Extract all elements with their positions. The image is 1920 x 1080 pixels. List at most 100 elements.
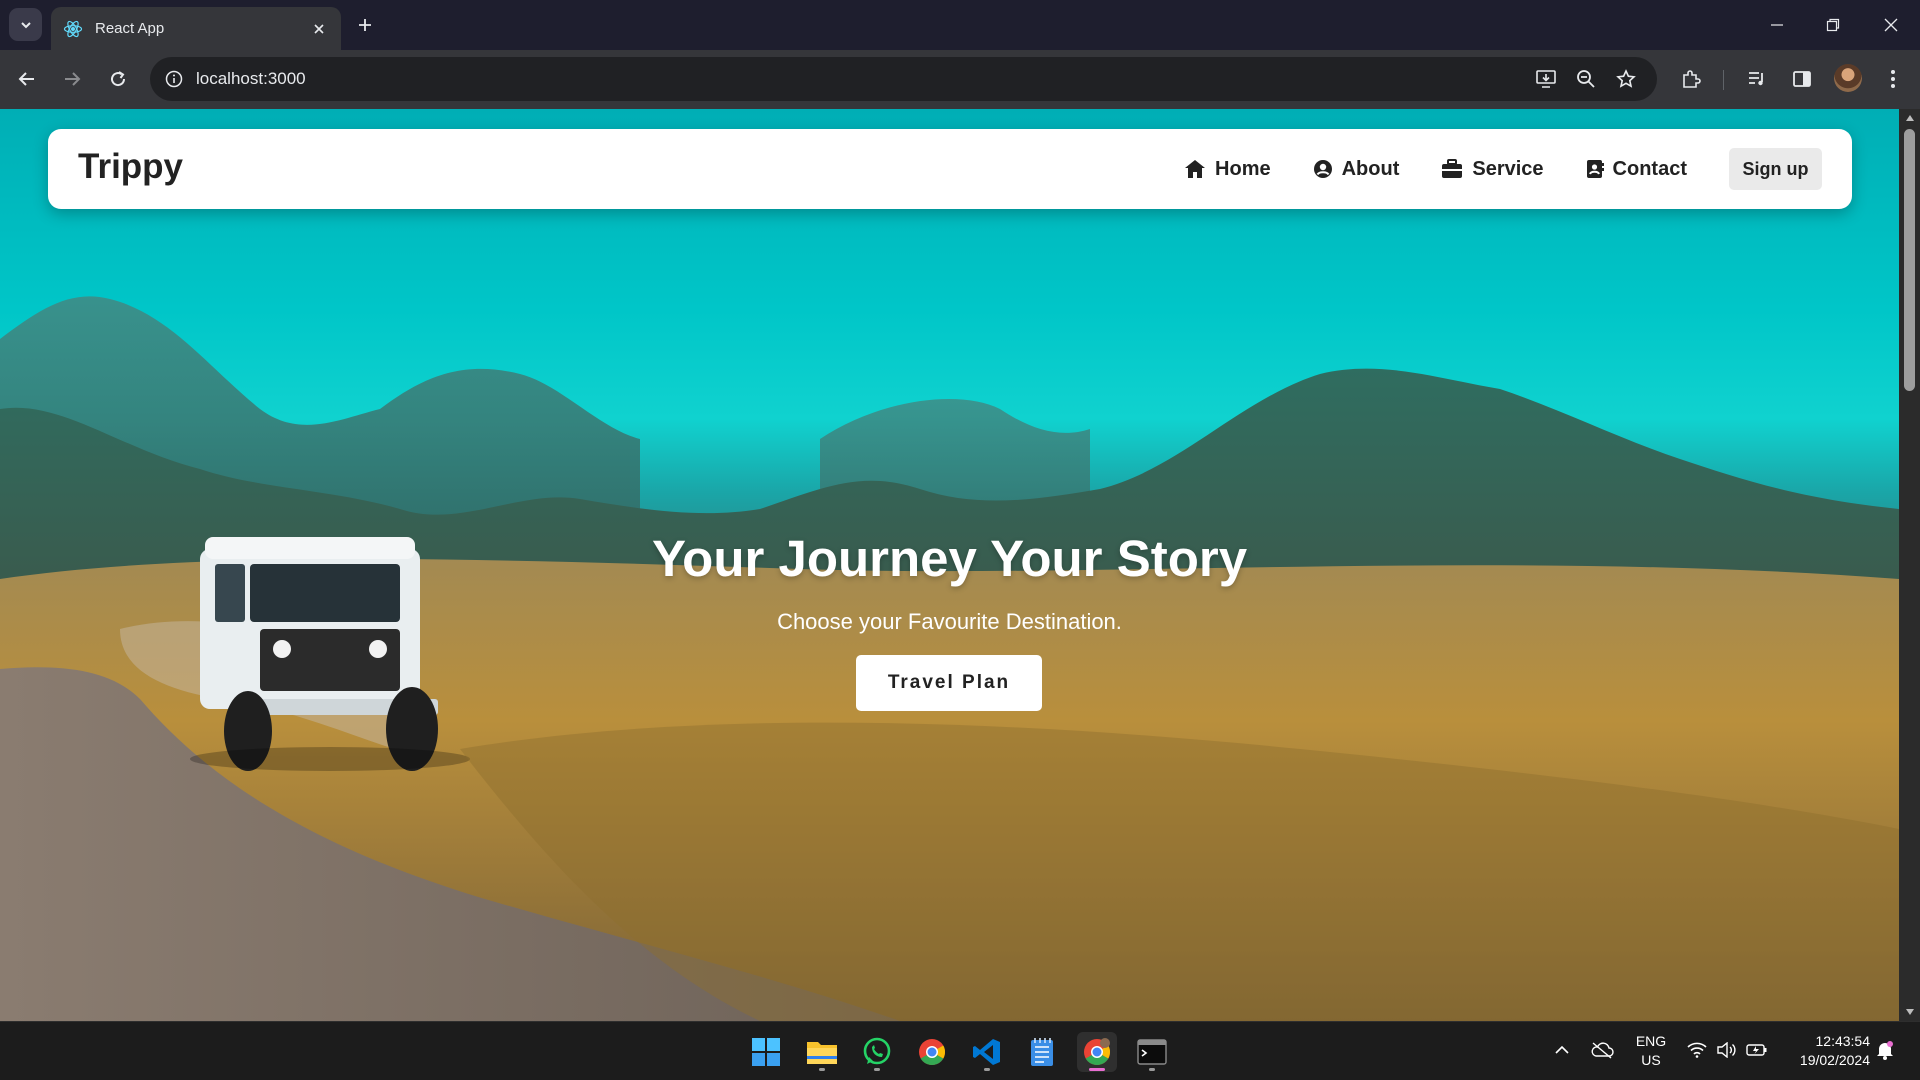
zoom-button[interactable] [1573, 66, 1599, 92]
close-icon [1884, 18, 1898, 32]
language-indicator[interactable]: ENG US [1626, 1032, 1676, 1070]
chevron-up-icon [1555, 1045, 1569, 1054]
toolbar-separator [1723, 70, 1724, 90]
reload-button[interactable] [103, 64, 133, 94]
browser-toolbar: localhost:3000 [0, 50, 1920, 109]
language-label: ENG [1635, 1033, 1667, 1049]
bell-icon [1877, 1041, 1893, 1060]
battery-charging-icon [1746, 1044, 1767, 1056]
brand-logo[interactable]: Trippy [78, 147, 183, 187]
address-book-icon [1586, 160, 1604, 178]
speaker-icon [1717, 1042, 1736, 1058]
back-button[interactable] [12, 64, 42, 94]
profile-avatar[interactable] [1834, 64, 1862, 92]
restore-button[interactable] [1818, 10, 1848, 40]
star-icon [1616, 69, 1636, 88]
page-viewport: Trippy Home About Service Contact Sign u… [0, 109, 1899, 1021]
nav-links: Home About Service Contact Sign up [1184, 129, 1822, 209]
scrollbar-thumb[interactable] [1904, 129, 1915, 391]
arrow-right-icon [65, 72, 81, 86]
browser-menu-button[interactable] [1878, 64, 1908, 94]
extensions-button[interactable] [1676, 64, 1706, 94]
tab-search-button[interactable] [9, 8, 42, 41]
wifi-icon [1687, 1042, 1707, 1058]
start-button[interactable] [746, 1032, 786, 1072]
browser-tab[interactable]: React App [51, 7, 341, 50]
media-controls-button[interactable] [1742, 64, 1772, 94]
notifications-button[interactable] [1872, 1036, 1898, 1064]
tab-close-button[interactable] [309, 19, 329, 39]
nav-link-label: Home [1215, 157, 1271, 180]
more-vertical-icon [1891, 70, 1895, 88]
puzzle-icon [1683, 70, 1701, 88]
terminal-icon [1137, 1039, 1167, 1065]
whatsapp-button[interactable] [857, 1032, 897, 1072]
side-panel-button[interactable] [1787, 64, 1817, 94]
terminal-button[interactable] [1132, 1032, 1172, 1072]
whatsapp-icon [863, 1037, 891, 1065]
chrome-profile-icon [1084, 1038, 1111, 1066]
system-clock[interactable]: 12:43:54 19/02/2024 [1780, 1032, 1870, 1070]
folder-icon [807, 1042, 837, 1064]
hero-subtitle: Choose your Favourite Destination. [777, 609, 1122, 634]
plus-icon [359, 19, 371, 31]
nav-link-about[interactable]: About [1313, 157, 1400, 181]
running-indicator [874, 1068, 880, 1071]
browser-tab-strip: React App [0, 0, 1920, 50]
chrome-active-button[interactable] [1077, 1032, 1117, 1072]
cloud-offline-icon [1591, 1042, 1614, 1059]
volume-button[interactable] [1713, 1036, 1739, 1064]
nav-link-service[interactable]: Service [1441, 157, 1544, 181]
travel-plan-button[interactable]: Travel Plan [856, 655, 1042, 711]
windows-logo-icon [752, 1038, 780, 1066]
react-logo-icon [63, 20, 83, 37]
hero-title: Your Journey Your Story [651, 530, 1248, 587]
caret-down-icon [1905, 1009, 1914, 1015]
sign-up-button[interactable]: Sign up [1729, 148, 1822, 190]
user-circle-icon [1313, 160, 1332, 178]
briefcase-icon [1442, 159, 1463, 178]
chrome-button[interactable] [912, 1032, 952, 1072]
wifi-button[interactable] [1684, 1036, 1710, 1064]
nav-link-contact[interactable]: Contact [1586, 158, 1687, 181]
notepad-icon [1031, 1038, 1053, 1066]
forward-button[interactable] [57, 64, 87, 94]
nav-link-label: Service [1472, 157, 1544, 180]
windows-taskbar: ENG US 12:43:54 19/02/2024 [0, 1021, 1920, 1080]
install-icon [1536, 70, 1556, 88]
url-text[interactable]: localhost:3000 [196, 69, 306, 89]
caret-up-icon [1905, 115, 1914, 121]
page-scrollbar[interactable] [1899, 109, 1920, 1021]
running-indicator [984, 1068, 990, 1071]
notepad-button[interactable] [1022, 1032, 1062, 1072]
site-navbar: Trippy Home About Service Contact Sign u… [48, 129, 1852, 209]
active-indicator [1089, 1068, 1105, 1071]
clock-date: 19/02/2024 [1799, 1052, 1870, 1068]
minimize-button[interactable] [1762, 10, 1792, 40]
restore-icon [1826, 18, 1840, 32]
playlist-icon [1749, 72, 1763, 86]
bookmark-button[interactable] [1613, 66, 1639, 92]
chevron-down-icon [20, 21, 31, 28]
nav-link-label: About [1341, 157, 1400, 180]
close-window-button[interactable] [1876, 10, 1906, 40]
side-panel-icon [1793, 71, 1811, 87]
new-tab-button[interactable] [352, 12, 378, 38]
info-icon [165, 70, 183, 88]
running-indicator [1149, 1068, 1155, 1071]
running-indicator [819, 1068, 825, 1071]
scroll-up-arrow[interactable] [1904, 113, 1915, 123]
install-app-button[interactable] [1533, 66, 1559, 92]
home-icon [1185, 160, 1206, 178]
onedrive-button[interactable] [1589, 1036, 1615, 1064]
nav-link-home[interactable]: Home [1184, 158, 1271, 181]
show-hidden-icons-button[interactable] [1549, 1036, 1575, 1064]
file-explorer-button[interactable] [802, 1032, 842, 1072]
vscode-button[interactable] [967, 1032, 1007, 1072]
arrow-left-icon [18, 72, 34, 86]
scroll-down-arrow[interactable] [1904, 1007, 1915, 1017]
battery-button[interactable] [1744, 1036, 1770, 1064]
address-bar[interactable]: localhost:3000 [150, 57, 1657, 101]
site-info-button[interactable] [162, 67, 186, 91]
chrome-icon [919, 1039, 946, 1066]
